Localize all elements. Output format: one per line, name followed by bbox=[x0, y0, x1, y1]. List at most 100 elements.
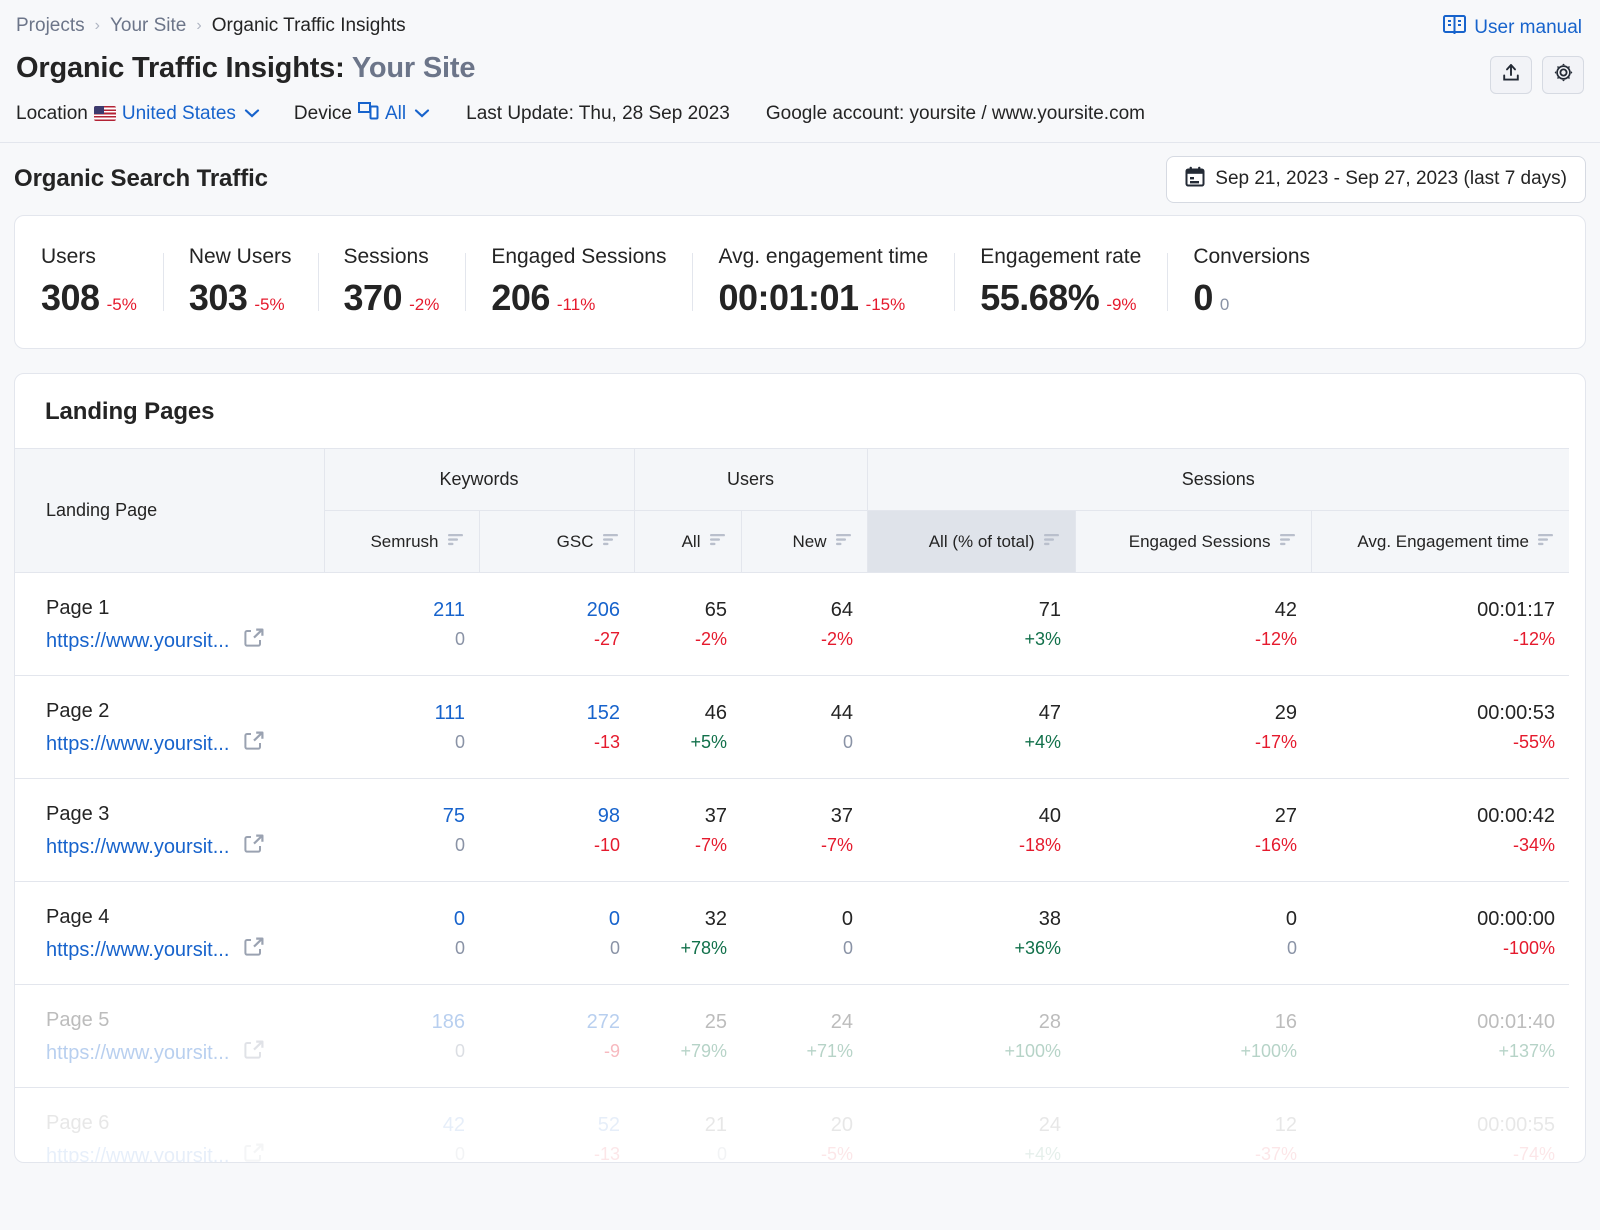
cell-value[interactable]: 211 bbox=[338, 595, 465, 626]
settings-button[interactable] bbox=[1542, 56, 1584, 94]
column-header-engaged[interactable]: Engaged Sessions bbox=[1074, 510, 1312, 573]
cell-avg_time: 00:01:40 +137% bbox=[1311, 984, 1569, 1088]
cell-engaged: 16 +100% bbox=[1075, 984, 1312, 1088]
cell-value[interactable]: 152 bbox=[493, 698, 620, 729]
cell-value[interactable]: 98 bbox=[493, 801, 620, 832]
landing-page-url[interactable]: https://www.yoursit... bbox=[46, 936, 229, 964]
cell-value[interactable]: 272 bbox=[493, 1007, 620, 1038]
landing-page-url[interactable]: https://www.yoursit... bbox=[46, 1142, 229, 1162]
table-row[interactable]: Page 1 https://www.yoursit... 211 0 206 -27 65… bbox=[15, 572, 1569, 676]
cell-delta: 0 bbox=[1287, 937, 1298, 958]
export-button[interactable] bbox=[1490, 56, 1532, 94]
cell-value[interactable]: 0 bbox=[493, 904, 620, 935]
column-header-sess_all[interactable]: All (% of total) bbox=[866, 510, 1076, 573]
sort-icon bbox=[835, 534, 851, 546]
metric-value-row: 00:01:01 -15% bbox=[718, 277, 928, 319]
cell-value: 71 bbox=[1038, 598, 1062, 621]
cell-value[interactable]: 52 bbox=[493, 1110, 620, 1141]
user-manual-link[interactable]: User manual bbox=[1443, 14, 1582, 41]
cell-semrush: 111 0 bbox=[324, 675, 479, 779]
organic-section-header: Organic Search Traffic Sep 21, 2023 - Se… bbox=[14, 143, 1586, 215]
cell-engaged: 12 -37% bbox=[1075, 1087, 1312, 1162]
cell-delta: -17% bbox=[1254, 731, 1298, 752]
cell-value: 00:01:17 bbox=[1477, 598, 1556, 621]
cell-delta: 0 bbox=[454, 731, 465, 752]
cell-users_all: 32 +78% bbox=[634, 881, 741, 985]
landing-page-url-row: https://www.yoursit... bbox=[46, 627, 310, 655]
table-row[interactable]: Page 2 https://www.yoursit... 111 0 152 -13 46… bbox=[15, 675, 1569, 779]
us-flag-icon bbox=[93, 106, 116, 121]
cell-value[interactable]: 0 bbox=[338, 904, 465, 935]
sort-icon[interactable] bbox=[835, 531, 853, 552]
external-link-icon[interactable] bbox=[243, 627, 265, 655]
external-link-icon[interactable] bbox=[243, 730, 265, 758]
cell-delta: -100% bbox=[1502, 937, 1556, 958]
cell-users_all: 25 +79% bbox=[634, 984, 741, 1088]
column-header-label: New bbox=[792, 531, 827, 551]
cell-value[interactable]: 206 bbox=[493, 595, 620, 626]
cell-value: 16 bbox=[1274, 1010, 1298, 1033]
cell-engaged: 27 -16% bbox=[1075, 778, 1312, 882]
location-filter[interactable]: Location United States bbox=[16, 103, 260, 125]
column-header-gsc[interactable]: GSC bbox=[478, 510, 634, 573]
metric-value-row: 303 -5% bbox=[189, 277, 292, 319]
landing-page-url[interactable]: https://www.yoursit... bbox=[46, 833, 229, 861]
metric-value-row: 370 -2% bbox=[344, 277, 440, 319]
sort-icon bbox=[602, 534, 618, 546]
external-link-icon[interactable] bbox=[243, 833, 265, 861]
metric-label: Engagement rate bbox=[980, 245, 1142, 268]
sort-icon[interactable] bbox=[1279, 531, 1297, 552]
external-link-icon[interactable] bbox=[243, 936, 265, 964]
cell-value[interactable]: 42 bbox=[338, 1110, 465, 1141]
cell-value[interactable]: 75 bbox=[338, 801, 465, 832]
table-row[interactable]: Page 3 https://www.yoursit... 75 0 98 -10 37 -7… bbox=[15, 778, 1569, 882]
sort-icon bbox=[1279, 534, 1295, 546]
external-link-icon[interactable] bbox=[243, 1142, 265, 1162]
landing-pages-card: Landing Pages Landing Page Keywords Users S… bbox=[14, 373, 1586, 1163]
column-header-semrush[interactable]: Semrush bbox=[323, 510, 479, 573]
column-header-label: GSC bbox=[556, 531, 594, 551]
table-row[interactable]: Page 5 https://www.yoursit... 186 0 272 -9 25 +… bbox=[15, 984, 1569, 1088]
column-header-avg_time[interactable]: Avg. Engagement time bbox=[1310, 510, 1569, 573]
cell-value[interactable]: 111 bbox=[338, 698, 465, 729]
cell-value[interactable]: 186 bbox=[338, 1007, 465, 1038]
chevron-down-icon bbox=[244, 103, 260, 125]
landing-pages-table-head: Landing Page Keywords Users Sessions Semrus… bbox=[15, 448, 1569, 573]
cell-delta: -18% bbox=[1018, 834, 1062, 855]
landing-page-url[interactable]: https://www.yoursit... bbox=[46, 730, 229, 758]
sort-icon[interactable] bbox=[709, 531, 727, 552]
table-row[interactable]: Page 4 https://www.yoursit... 0 0 0 0 32 +78% 0 0… bbox=[15, 881, 1569, 985]
external-link-icon[interactable] bbox=[243, 1039, 265, 1067]
breadcrumb-item-current: Organic Traffic Insights bbox=[211, 15, 406, 36]
organic-search-traffic-section: Organic Search Traffic Sep 21, 2023 - Se… bbox=[0, 143, 1600, 1163]
landing-page-url-row: https://www.yoursit... bbox=[46, 1142, 310, 1162]
metric-delta: -5% bbox=[106, 295, 137, 314]
cell-value: 0 bbox=[841, 907, 854, 930]
device-filter[interactable]: Device All bbox=[294, 101, 430, 126]
date-range-picker[interactable]: Sep 21, 2023 - Sep 27, 2023 (last 7 days… bbox=[1166, 155, 1586, 203]
metric-conversions: Conversions 0 0 bbox=[1167, 245, 1336, 319]
table-row[interactable]: Page 6 https://www.yoursit... 42 0 52 -13 21 0 2… bbox=[15, 1087, 1569, 1162]
landing-page-url[interactable]: https://www.yoursit... bbox=[46, 1039, 229, 1067]
landing-page-cell: Page 1 https://www.yoursit... bbox=[15, 572, 324, 676]
sort-icon[interactable] bbox=[1043, 531, 1061, 552]
column-header-landing-page: Landing Page bbox=[15, 448, 324, 573]
cell-users_new: 20 -5% bbox=[741, 1087, 868, 1162]
cell-engaged: 29 -17% bbox=[1075, 675, 1312, 779]
landing-page-cell: Page 4 https://www.yoursit... bbox=[15, 881, 324, 985]
cell-value: 21 bbox=[704, 1113, 727, 1136]
column-header-users_new[interactable]: New bbox=[740, 510, 868, 573]
cell-semrush: 00 bbox=[324, 881, 479, 985]
column-header-users_all[interactable]: All bbox=[633, 510, 741, 573]
landing-page-cell: Page 5 https://www.yoursit... bbox=[15, 984, 324, 1088]
metric-value-row: 206 -11% bbox=[491, 277, 666, 319]
landing-pages-table-scroll[interactable]: Landing Page Keywords Users Sessions Semrus… bbox=[15, 448, 1569, 1162]
sort-icon[interactable] bbox=[447, 531, 465, 552]
breadcrumb-item-projects[interactable]: Projects bbox=[16, 14, 85, 38]
breadcrumb-item-your-site[interactable]: Your Site bbox=[110, 14, 186, 38]
sort-icon[interactable] bbox=[1537, 531, 1555, 552]
landing-page-url[interactable]: https://www.yoursit... bbox=[46, 627, 229, 655]
sort-icon[interactable] bbox=[602, 531, 620, 552]
cell-users_all: 37 -7% bbox=[634, 778, 741, 882]
cell-semrush: 211 0 bbox=[324, 572, 479, 676]
